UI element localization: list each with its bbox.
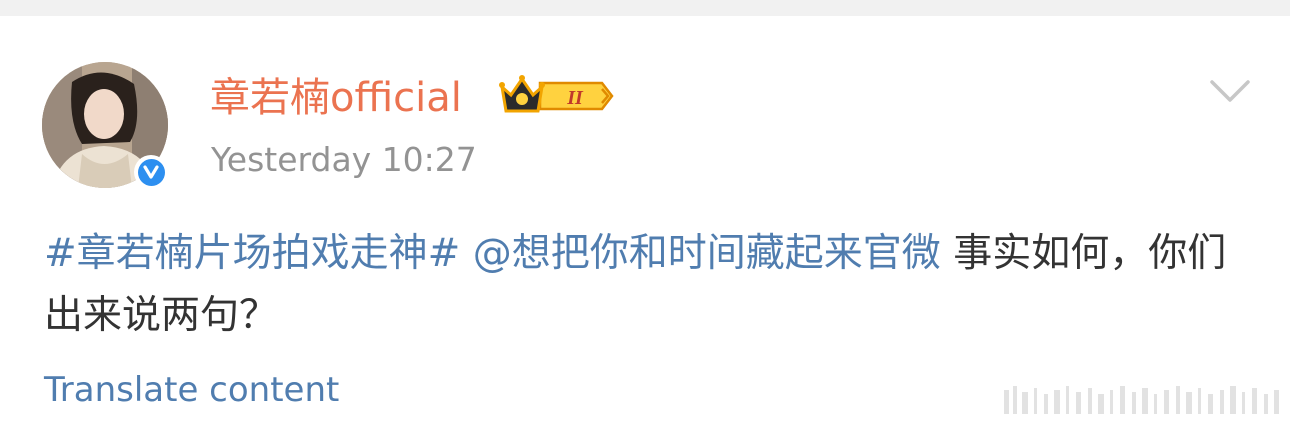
- chevron-down-icon[interactable]: [1208, 78, 1252, 104]
- translate-content-link[interactable]: Translate content: [44, 368, 339, 412]
- top-separator: [0, 0, 1290, 16]
- post-timestamp: Yesterday 10:27: [211, 140, 477, 179]
- crown-membership-icon[interactable]: II: [498, 73, 616, 119]
- verified-badge-icon: [134, 155, 168, 189]
- author-avatar[interactable]: [42, 62, 168, 189]
- author-name[interactable]: 章若楠official: [210, 74, 462, 122]
- post-content: #章若楠片场拍戏走神# @想把你和时间藏起来官微 事实如何，你们出来说两句？: [44, 223, 1254, 347]
- membership-level-text: II: [566, 87, 584, 109]
- mention-link[interactable]: @想把你和时间藏起来官微: [473, 231, 941, 276]
- hashtag-link[interactable]: #章若楠片场拍戏走神#: [44, 231, 460, 276]
- watermark-pattern: [1004, 386, 1279, 414]
